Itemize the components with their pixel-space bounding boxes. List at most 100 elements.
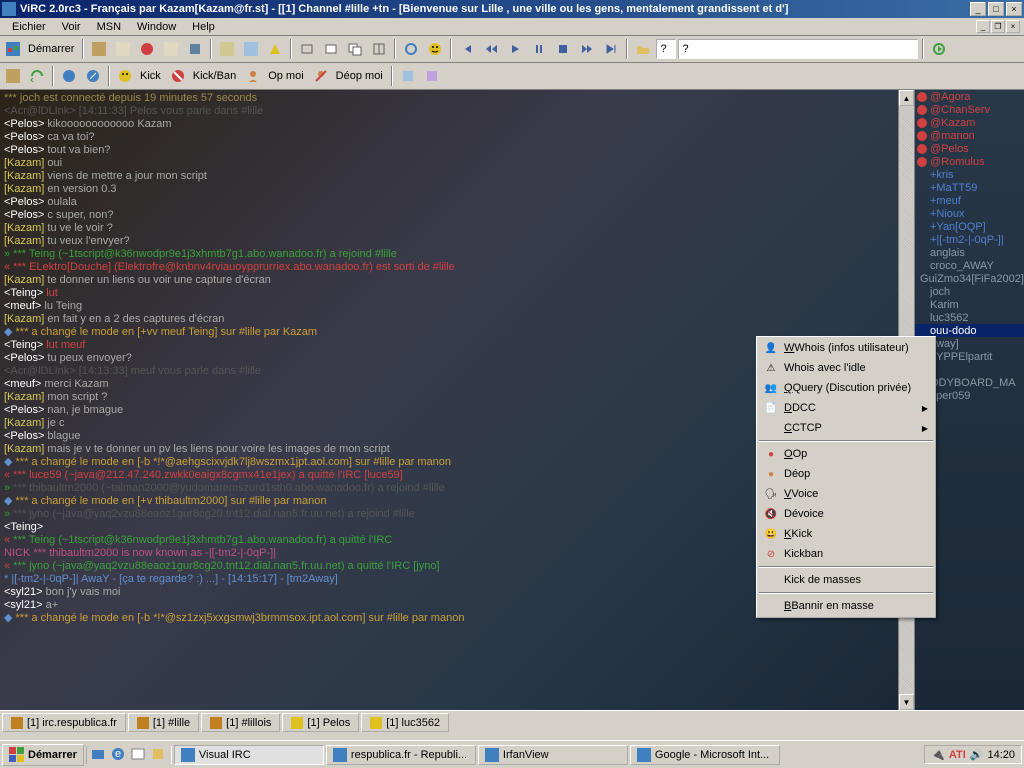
task-button[interactable]: respublica.fr - Republi...: [326, 745, 476, 765]
tool-6-icon[interactable]: [216, 38, 238, 60]
logo-icon[interactable]: [2, 38, 24, 60]
user-item[interactable]: anglais: [915, 246, 1024, 259]
media-prev-icon[interactable]: [456, 38, 478, 60]
user-item[interactable]: joch: [915, 285, 1024, 298]
op-tool-1-icon[interactable]: [2, 65, 24, 87]
ctx-ctcp[interactable]: CCTCP▶: [758, 418, 934, 438]
kickban-button[interactable]: Kick/Ban: [191, 70, 240, 82]
channel-tab[interactable]: [1] Pelos: [282, 713, 359, 732]
input-large-1[interactable]: [678, 39, 918, 59]
menu-file[interactable]: Eichier: [4, 20, 54, 34]
ql-4-icon[interactable]: [150, 746, 168, 764]
ctx-query[interactable]: 👥QQuery (Discution privée): [758, 378, 934, 398]
tool-2-icon[interactable]: [112, 38, 134, 60]
channel-tab[interactable]: [1] #lille: [128, 713, 199, 732]
media-fwd-icon[interactable]: [576, 38, 598, 60]
kickban-icon[interactable]: [167, 65, 189, 87]
user-item[interactable]: +Yan[OQP]: [915, 220, 1024, 233]
demarrer-button[interactable]: Démarrer: [26, 43, 78, 55]
mdi-restore-button[interactable]: ❐: [991, 20, 1005, 33]
user-item[interactable]: @Kazam: [915, 116, 1024, 129]
menu-msn[interactable]: MSN: [89, 20, 129, 34]
channel-tab[interactable]: [1] #lillois: [201, 713, 280, 732]
menu-help[interactable]: Help: [184, 20, 223, 34]
user-item[interactable]: croco_AWAY: [915, 259, 1024, 272]
ql-1-icon[interactable]: [90, 746, 108, 764]
op-tool-2-icon[interactable]: [26, 65, 48, 87]
tool-12-icon[interactable]: [368, 38, 390, 60]
tray-1-icon[interactable]: 🔌: [931, 748, 945, 761]
user-item[interactable]: +|[-tm2-|-0qP-]|: [915, 233, 1024, 246]
ctx-kickban[interactable]: ⊘Kickban: [758, 544, 934, 564]
menu-view[interactable]: Voir: [54, 20, 89, 34]
mdi-close-button[interactable]: ×: [1006, 20, 1020, 33]
tool-5-icon[interactable]: [184, 38, 206, 60]
media-rewind-icon[interactable]: [480, 38, 502, 60]
menu-window[interactable]: Window: [129, 20, 184, 34]
user-item[interactable]: +MaTT59: [915, 181, 1024, 194]
user-item[interactable]: +Nioux: [915, 207, 1024, 220]
mdi-minimize-button[interactable]: _: [976, 20, 990, 33]
tool-1-icon[interactable]: [88, 38, 110, 60]
start-button[interactable]: Démarrer: [2, 744, 84, 766]
ctx-voice[interactable]: 🗣VVoice: [758, 484, 934, 504]
ctx-whois-idle[interactable]: ⚠Whois avec l'idle: [758, 358, 934, 378]
tool-7-icon[interactable]: [240, 38, 262, 60]
op-tool-extra-2-icon[interactable]: [421, 65, 443, 87]
task-button[interactable]: IrfanView: [478, 745, 628, 765]
deopmoi-button[interactable]: Déop moi: [334, 70, 387, 82]
media-play-icon[interactable]: [504, 38, 526, 60]
opmoi-icon[interactable]: [242, 65, 264, 87]
channel-tab[interactable]: [1] irc.respublica.fr: [2, 713, 126, 732]
tool-8-icon[interactable]: [264, 38, 286, 60]
media-stop-icon[interactable]: [552, 38, 574, 60]
task-button[interactable]: Visual IRC: [174, 745, 324, 765]
user-item[interactable]: GuiZmo34[FiFa2002]: [915, 272, 1024, 285]
deopmoi-icon[interactable]: [310, 65, 332, 87]
op-tool-4-icon[interactable]: [82, 65, 104, 87]
task-button[interactable]: Google - Microsoft Int...: [630, 745, 780, 765]
channel-tab[interactable]: [1] luc3562: [361, 713, 449, 732]
input-small-1[interactable]: [656, 39, 676, 59]
kick-icon[interactable]: [114, 65, 136, 87]
tool-13-icon[interactable]: [400, 38, 422, 60]
user-item[interactable]: @manon: [915, 129, 1024, 142]
tool-9-icon[interactable]: [296, 38, 318, 60]
tool-4-icon[interactable]: [160, 38, 182, 60]
media-next-icon[interactable]: [600, 38, 622, 60]
user-item[interactable]: Karim: [915, 298, 1024, 311]
ctx-kick-masses[interactable]: Kick de masses: [758, 570, 934, 590]
user-item[interactable]: +kris: [915, 168, 1024, 181]
op-tool-3-icon[interactable]: [58, 65, 80, 87]
tray-3-icon[interactable]: 🔊: [970, 748, 984, 761]
user-item[interactable]: @Agora: [915, 90, 1024, 103]
ctx-op[interactable]: ●OOp: [758, 444, 934, 464]
close-button[interactable]: ×: [1006, 2, 1022, 16]
kick-button[interactable]: Kick: [138, 70, 165, 82]
opmoi-button[interactable]: Op moi: [266, 70, 307, 82]
smiley-icon[interactable]: [424, 38, 446, 60]
minimize-button[interactable]: _: [970, 2, 986, 16]
folder-icon[interactable]: [632, 38, 654, 60]
ctx-deop[interactable]: ●Déop: [758, 464, 934, 484]
scroll-up-button[interactable]: ▲: [899, 90, 914, 106]
tray-2-icon[interactable]: ATI: [949, 749, 966, 761]
op-tool-extra-1-icon[interactable]: [397, 65, 419, 87]
user-item[interactable]: @ChanServ: [915, 103, 1024, 116]
tool-3-icon[interactable]: [136, 38, 158, 60]
scroll-down-button[interactable]: ▼: [899, 694, 914, 710]
ctx-kick[interactable]: 😃KKick: [758, 524, 934, 544]
ctx-whois[interactable]: 👤WWhois (infos utilisateur): [758, 338, 934, 358]
go-icon[interactable]: [928, 38, 950, 60]
maximize-button[interactable]: □: [988, 2, 1004, 16]
user-item[interactable]: @Pelos: [915, 142, 1024, 155]
media-pause-icon[interactable]: [528, 38, 550, 60]
ctx-dcc[interactable]: 📄DDCC▶: [758, 398, 934, 418]
user-item[interactable]: @Romulus: [915, 155, 1024, 168]
tool-10-icon[interactable]: [320, 38, 342, 60]
user-item[interactable]: luc3562: [915, 311, 1024, 324]
ql-2-icon[interactable]: e: [110, 746, 128, 764]
user-item[interactable]: +meuf: [915, 194, 1024, 207]
tool-11-icon[interactable]: [344, 38, 366, 60]
ctx-ban-masse[interactable]: BBannir en masse: [758, 596, 934, 616]
